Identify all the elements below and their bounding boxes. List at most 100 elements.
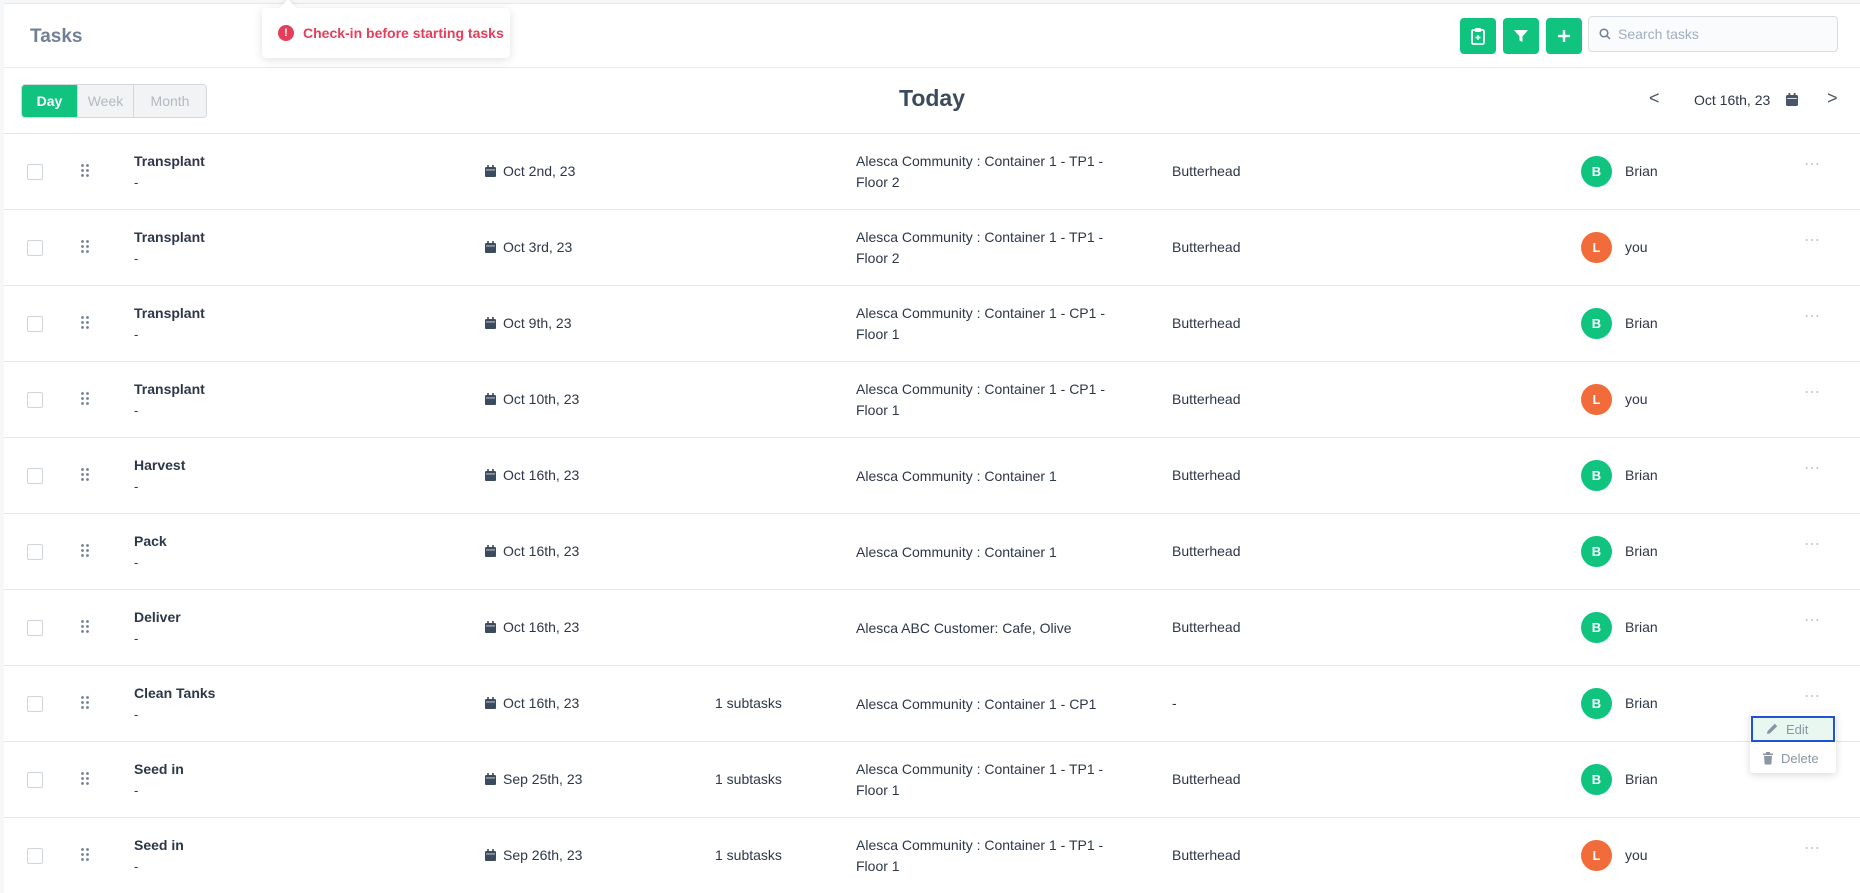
- task-location: Alesca Community : Container 1 - CP1: [856, 696, 1097, 712]
- task-checkbox[interactable]: [27, 848, 43, 864]
- assignee-name: Brian: [1625, 163, 1658, 179]
- search-input[interactable]: [1618, 26, 1818, 42]
- task-date: Oct 16th, 23: [485, 695, 579, 711]
- task-crop: Butterhead: [1172, 315, 1241, 331]
- more-options-icon[interactable]: ⋯: [1804, 154, 1820, 174]
- task-name[interactable]: Harvest: [134, 457, 185, 473]
- view-month-button[interactable]: Month: [134, 85, 206, 117]
- task-name[interactable]: Seed in: [134, 837, 184, 853]
- task-row[interactable]: Transplant - Oct 3rd, 23 Alesca Communit…: [4, 210, 1860, 286]
- task-subtitle: -: [134, 479, 139, 494]
- calendar-icon[interactable]: [1786, 93, 1798, 106]
- task-date: Oct 2nd, 23: [485, 163, 575, 179]
- task-row[interactable]: Transplant - Oct 9th, 23 Alesca Communit…: [4, 286, 1860, 362]
- task-checkbox[interactable]: [27, 544, 43, 560]
- task-subtitle: -: [134, 783, 139, 798]
- task-row[interactable]: Transplant - Oct 2nd, 23 Alesca Communit…: [4, 134, 1860, 210]
- more-options-icon[interactable]: ⋯: [1804, 686, 1820, 706]
- assignee-name: Brian: [1625, 467, 1658, 483]
- more-options-icon[interactable]: ⋯: [1804, 838, 1820, 858]
- task-date-text: Oct 3rd, 23: [503, 239, 573, 255]
- calendar-icon: [485, 545, 496, 557]
- task-name[interactable]: Clean Tanks: [134, 685, 215, 701]
- more-options-icon[interactable]: ⋯: [1804, 458, 1820, 478]
- drag-handle-icon[interactable]: [81, 620, 89, 633]
- task-checkbox[interactable]: [27, 240, 43, 256]
- clipboard-button[interactable]: [1460, 18, 1496, 54]
- view-week-button[interactable]: Week: [78, 85, 134, 117]
- next-date-button[interactable]: >: [1827, 88, 1838, 109]
- task-location: Alesca Community : Container 1: [856, 468, 1057, 484]
- calendar-icon: [485, 165, 496, 177]
- drag-handle-icon[interactable]: [81, 696, 89, 709]
- more-options-icon[interactable]: ⋯: [1804, 534, 1820, 554]
- task-location: Alesca Community : Container 1 - TP1 - F…: [856, 153, 1104, 190]
- more-options-icon[interactable]: ⋯: [1804, 382, 1820, 402]
- task-row[interactable]: Pack - Oct 16th, 23 Alesca Community : C…: [4, 514, 1860, 590]
- row-action-menu: Edit Delete: [1750, 713, 1836, 773]
- more-options-icon[interactable]: ⋯: [1804, 610, 1820, 630]
- calendar-icon: [485, 849, 496, 861]
- task-crop: Butterhead: [1172, 771, 1241, 787]
- task-location: Alesca Community : Container 1 - TP1 - F…: [856, 837, 1104, 874]
- filter-button[interactable]: [1503, 18, 1539, 54]
- drag-handle-icon[interactable]: [81, 544, 89, 557]
- drag-handle-icon[interactable]: [81, 848, 89, 861]
- task-row[interactable]: Clean Tanks - Oct 16th, 23 1 subtasks Al…: [4, 666, 1860, 742]
- more-options-icon[interactable]: ⋯: [1804, 230, 1820, 250]
- task-crop: Butterhead: [1172, 619, 1241, 635]
- task-checkbox[interactable]: [27, 772, 43, 788]
- task-name[interactable]: Transplant: [134, 381, 205, 397]
- drag-handle-icon[interactable]: [81, 468, 89, 481]
- task-row[interactable]: Deliver - Oct 16th, 23 Alesca ABC Custom…: [4, 590, 1860, 666]
- drag-handle-icon[interactable]: [81, 240, 89, 253]
- task-name[interactable]: Transplant: [134, 153, 205, 169]
- task-name[interactable]: Seed in: [134, 761, 184, 777]
- task-checkbox[interactable]: [27, 164, 43, 180]
- task-checkbox[interactable]: [27, 620, 43, 636]
- drag-handle-icon[interactable]: [81, 392, 89, 405]
- drag-handle-icon[interactable]: [81, 772, 89, 785]
- task-crop: Butterhead: [1172, 467, 1241, 483]
- task-date-text: Oct 16th, 23: [503, 619, 580, 635]
- prev-date-button[interactable]: <: [1649, 88, 1660, 109]
- current-date[interactable]: Oct 16th, 23: [1694, 92, 1770, 108]
- task-checkbox[interactable]: [27, 696, 43, 712]
- task-crop: Butterhead: [1172, 239, 1241, 255]
- task-subtasks-count: 1 subtasks: [715, 695, 782, 711]
- task-checkbox[interactable]: [27, 392, 43, 408]
- task-subtitle: -: [134, 707, 139, 722]
- task-name[interactable]: Transplant: [134, 305, 205, 321]
- task-name[interactable]: Transplant: [134, 229, 205, 245]
- page-header: Tasks ! Check-in before starting tasks: [4, 0, 1860, 68]
- drag-handle-icon[interactable]: [81, 316, 89, 329]
- avatar: B: [1581, 308, 1612, 339]
- delete-menu-item[interactable]: Delete: [1750, 745, 1836, 771]
- task-subtitle: -: [134, 859, 139, 874]
- add-task-button[interactable]: [1546, 18, 1582, 54]
- task-row[interactable]: Seed in - Sep 26th, 23 1 subtasks Alesca…: [4, 818, 1860, 893]
- avatar: B: [1581, 764, 1612, 795]
- calendar-icon: [485, 241, 496, 253]
- task-name[interactable]: Pack: [134, 533, 167, 549]
- task-date-text: Sep 25th, 23: [503, 771, 583, 787]
- drag-handle-icon[interactable]: [81, 164, 89, 177]
- task-row[interactable]: Transplant - Oct 10th, 23 Alesca Communi…: [4, 362, 1860, 438]
- assignee-name: Brian: [1625, 315, 1658, 331]
- task-subtasks-count: 1 subtasks: [715, 771, 782, 787]
- more-options-icon[interactable]: ⋯: [1804, 306, 1820, 326]
- edit-menu-item[interactable]: Edit: [1751, 716, 1835, 742]
- task-date: Sep 25th, 23: [485, 771, 582, 787]
- task-name[interactable]: Deliver: [134, 609, 181, 625]
- view-day-button[interactable]: Day: [22, 85, 78, 117]
- task-subtitle: -: [134, 555, 139, 570]
- task-checkbox[interactable]: [27, 468, 43, 484]
- task-subtitle: -: [134, 403, 139, 418]
- search-box[interactable]: [1588, 16, 1838, 52]
- task-row[interactable]: Seed in - Sep 25th, 23 1 subtasks Alesca…: [4, 742, 1860, 818]
- calendar-icon: [485, 697, 496, 709]
- task-checkbox[interactable]: [27, 316, 43, 332]
- task-row[interactable]: Harvest - Oct 16th, 23 Alesca Community …: [4, 438, 1860, 514]
- task-date-text: Oct 9th, 23: [503, 315, 572, 331]
- calendar-toolbar: Day Week Month Today < Oct 16th, 23 >: [4, 68, 1860, 134]
